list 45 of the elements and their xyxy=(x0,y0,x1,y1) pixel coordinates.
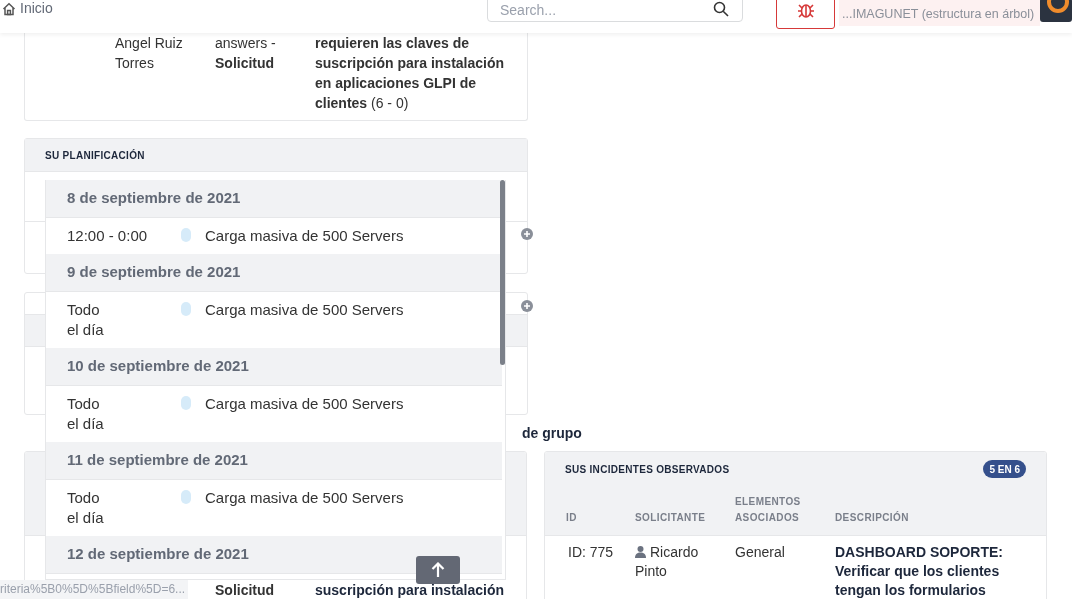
column-header: DESCRIPCIÓN xyxy=(835,510,910,525)
description-cell-text: requieren las claves de suscripción para instalación en aplicaciones GLPI de clientes (6 - 0) xyxy=(315,34,506,113)
event-title[interactable]: Carga masiva de 500 Servers xyxy=(205,300,404,320)
search-icon[interactable] xyxy=(713,1,729,17)
date-heading: 11 de septiembre de 2021 xyxy=(67,450,248,471)
description-cell-text: DASHBOARD SOPORTE: Verificar que los clientes tengan los formularios xyxy=(835,543,1004,599)
up-arrow-icon xyxy=(431,562,445,578)
description-cell: suscripción para instalación xyxy=(315,582,506,598)
items-cell-text: General xyxy=(735,543,786,562)
home-icon xyxy=(2,1,16,16)
id-cell-text: ID: 775 xyxy=(567,543,615,562)
requester-cell-text: Ricardo Pinto xyxy=(635,543,700,581)
search-field[interactable]: Search... xyxy=(487,0,743,22)
date-heading: 10 de septiembre de 2021 xyxy=(67,356,249,377)
entity-name: ...IMAGUNET (estructura en árbol) xyxy=(842,6,1036,22)
event-title[interactable]: Carga masiva de 500 Servers xyxy=(205,226,404,246)
column-header: ID xyxy=(566,511,578,525)
date-heading: 9 de septiembre de 2021 xyxy=(67,262,241,283)
event-time: 12:00 - 0:00 xyxy=(67,226,149,246)
event-time: Todo el día xyxy=(67,488,105,528)
event-title[interactable]: Carga masiva de 500 Servers xyxy=(205,488,404,508)
date-heading: 8 de septiembre de 2021 xyxy=(67,188,241,209)
debug-button[interactable] xyxy=(776,0,835,29)
scroll-top-button[interactable] xyxy=(416,556,460,584)
card-title: SUS INCIDENTES OBSERVADOS xyxy=(565,462,730,477)
logo-icon xyxy=(1040,0,1072,22)
items-cell-text: Solicitud xyxy=(215,582,276,598)
event-time: Todo el día xyxy=(67,300,105,340)
column-header: ELEMENTOS ASOCIADOS xyxy=(735,495,802,525)
plus-icon[interactable] xyxy=(521,228,533,240)
event-title[interactable]: Carga masiva de 500 Servers xyxy=(205,394,404,414)
requester-cell-text: Angel Ruiz Torres xyxy=(115,34,184,73)
status-url: riteria%5B0%5D%5Bfield%5D=6... xyxy=(0,580,188,599)
user-icon xyxy=(635,546,646,558)
scrollbar-thumb[interactable] xyxy=(500,180,505,365)
date-heading: 12 de septiembre de 2021 xyxy=(67,544,249,565)
card-title: SU PLANIFICACIÓN xyxy=(45,148,145,163)
column-header: SOLICITANTE xyxy=(635,511,707,525)
plus-icon[interactable] xyxy=(521,300,533,312)
items-cell-text: answers - Solicitud xyxy=(215,34,277,73)
bug-icon xyxy=(795,1,816,19)
breadcrumb-link[interactable]: Inicio xyxy=(20,0,53,19)
event-time: Todo el día xyxy=(67,394,105,434)
section-heading: de grupo xyxy=(522,425,582,441)
count-badge: 5 EN 6 xyxy=(983,460,1026,478)
